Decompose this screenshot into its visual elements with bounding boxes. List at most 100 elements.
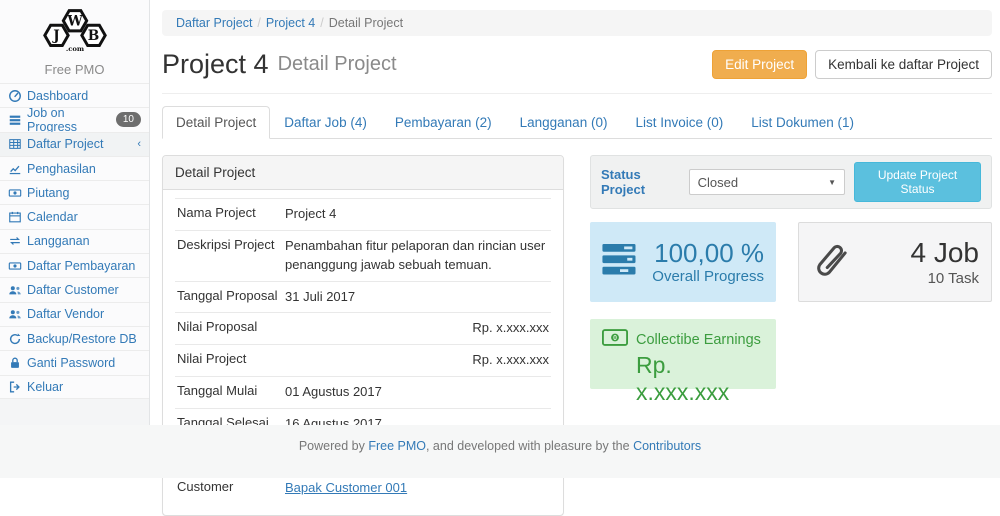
contributors-link[interactable]: Contributors — [633, 439, 701, 453]
brand: J B W .com Free PMO — [0, 0, 149, 83]
money-bill-icon: 0 — [602, 329, 628, 350]
overall-progress-value: 100,00 % — [638, 239, 764, 269]
tab-langganan[interactable]: Langganan (0) — [506, 106, 622, 139]
sidebar-item-label: Langganan — [27, 234, 90, 248]
tab-bar: Detail Project Daftar Job (4) Pembayaran… — [162, 106, 992, 139]
tab-daftar-job[interactable]: Daftar Job (4) — [270, 106, 381, 139]
breadcrumb: Daftar Project / Project 4 / Detail Project — [162, 10, 992, 36]
svg-text:B: B — [87, 28, 99, 44]
sidebar-item-label: Daftar Pembayaran — [27, 259, 135, 273]
sidebar-item-backup-restore-db[interactable]: Backup/Restore DB — [0, 326, 149, 350]
repeat-icon — [8, 234, 22, 248]
customer-link[interactable]: Bapak Customer 001 — [285, 480, 407, 495]
sidebar-item-daftar-vendor[interactable]: Daftar Vendor — [0, 302, 149, 326]
row-value: Penambahan fitur pelaporan dan rincian u… — [285, 237, 549, 275]
overall-progress-caption: Overall Progress — [638, 268, 764, 285]
chevron-left-icon: ‹ — [137, 138, 141, 150]
tasks-bars-icon — [602, 244, 638, 280]
detail-row-nilai-project: Nilai Project Rp. x.xxx.xxx — [175, 344, 551, 376]
row-label: Deskripsi Project — [177, 237, 285, 275]
detail-row-deskripsi-project: Deskripsi Project Penambahan fitur pelap… — [175, 230, 551, 281]
sidebar-item-keluar[interactable]: Keluar — [0, 375, 149, 399]
sidebar-item-ganti-password[interactable]: Ganti Password — [0, 350, 149, 374]
overall-progress-card: 100,00 % Overall Progress — [590, 222, 776, 302]
sidebar-item-job-on-progress[interactable]: Job on Progress 10 — [0, 107, 149, 131]
app-window: J B W .com Free PMO Dashboard Job on Pro… — [0, 0, 1000, 425]
breadcrumb-current: Detail Project — [329, 16, 403, 30]
panel-title: Detail Project — [163, 156, 563, 190]
detail-row-tanggal-proposal: Tanggal Proposal 31 Juli 2017 — [175, 281, 551, 313]
table-icon — [8, 137, 22, 151]
footer-text: Powered by — [299, 439, 368, 453]
row-label: Nilai Project — [177, 351, 285, 370]
users-icon — [8, 307, 22, 321]
tab-list-invoice[interactable]: List Invoice (0) — [621, 106, 737, 139]
breadcrumb-link-project-4[interactable]: Project 4 — [266, 16, 315, 30]
footer-text: , and developed with pleasure by the — [426, 439, 633, 453]
row-label: Tanggal Mulai — [177, 383, 285, 402]
update-project-status-button[interactable]: Update Project Status — [854, 162, 981, 202]
sidebar-item-dashboard[interactable]: Dashboard — [0, 83, 149, 107]
sidebar-item-label: Daftar Customer — [27, 283, 119, 297]
detail-row-tanggal-mulai: Tanggal Mulai 01 Agustus 2017 — [175, 376, 551, 408]
status-project-label: Status Project — [601, 167, 680, 197]
job-count-value: 4 Job — [851, 237, 979, 269]
money-icon — [8, 186, 22, 200]
jwb-logo-icon: J B W .com — [36, 41, 114, 58]
row-label: Nilai Proposal — [177, 319, 285, 338]
task-count-value: 10 Task — [851, 270, 979, 287]
earnings-value: Rp. x.xxx.xxx — [602, 352, 764, 406]
breadcrumb-separator: / — [320, 16, 323, 30]
sidebar-item-label: Keluar — [27, 380, 63, 394]
svg-text:0: 0 — [613, 335, 617, 342]
sign-out-icon — [8, 380, 22, 394]
breadcrumb-separator: / — [257, 16, 260, 30]
sidebar-item-label: Daftar Project — [27, 137, 103, 151]
tab-detail-project[interactable]: Detail Project — [162, 106, 270, 139]
breadcrumb-link-daftar-project[interactable]: Daftar Project — [176, 16, 252, 30]
dashboard-icon — [8, 89, 22, 103]
main-content: Daftar Project / Project 4 / Detail Project … — [150, 0, 1000, 425]
brand-name: Free PMO — [0, 62, 149, 77]
svg-text:J: J — [52, 28, 59, 44]
sidebar-item-label: Dashboard — [27, 89, 88, 103]
detail-row-nilai-proposal: Nilai Proposal Rp. x.xxx.xxx — [175, 312, 551, 344]
free-pmo-link[interactable]: Free PMO — [368, 439, 426, 453]
tab-list-dokumen[interactable]: List Dokumen (1) — [737, 106, 868, 139]
detail-row-nama-project: Nama Project Project 4 — [175, 198, 551, 230]
back-to-project-list-button[interactable]: Kembali ke daftar Project — [815, 50, 992, 79]
svg-text:W: W — [66, 14, 83, 30]
lock-icon — [8, 356, 22, 370]
job-count-badge: 10 — [116, 112, 141, 127]
refresh-icon — [8, 332, 22, 346]
svg-text:.com: .com — [65, 45, 84, 53]
sidebar-item-daftar-pembayaran[interactable]: Daftar Pembayaran — [0, 253, 149, 277]
sidebar-item-label: Penghasilan — [27, 162, 96, 176]
money-icon — [8, 259, 22, 273]
sidebar-item-penghasilan[interactable]: Penghasilan — [0, 156, 149, 180]
sidebar-item-label: Daftar Vendor — [27, 307, 104, 321]
select-arrow-icon: ▼ — [828, 178, 836, 187]
row-value: Rp. x.xxx.xxx — [285, 319, 549, 338]
sidebar-item-daftar-customer[interactable]: Daftar Customer — [0, 277, 149, 301]
sidebar-item-label: Backup/Restore DB — [27, 332, 137, 346]
sidebar-item-daftar-project[interactable]: Daftar Project ‹ — [0, 132, 149, 156]
sidebar-item-label: Job on Progress — [27, 106, 116, 134]
paperclip-icon — [811, 241, 851, 284]
row-label: Customer — [177, 479, 285, 498]
sidebar-item-piutang[interactable]: Piutang — [0, 180, 149, 204]
sidebar-item-label: Piutang — [27, 186, 69, 200]
sidebar-item-calendar[interactable]: Calendar — [0, 204, 149, 228]
calendar-icon — [8, 210, 22, 224]
tab-pembayaran[interactable]: Pembayaran (2) — [381, 106, 506, 139]
page-subtitle: Detail Project — [278, 53, 397, 76]
job-task-card: 4 Job 10 Task — [798, 222, 992, 302]
footer: Powered by Free PMO, and developed with … — [0, 425, 1000, 478]
row-label: Tanggal Proposal — [177, 288, 285, 307]
status-project-bar: Status Project Closed ▼ Update Project S… — [590, 155, 992, 209]
tasks-icon — [8, 113, 22, 127]
line-chart-icon — [8, 162, 22, 176]
edit-project-button[interactable]: Edit Project — [712, 50, 807, 79]
status-select[interactable]: Closed ▼ — [689, 169, 845, 195]
sidebar-item-langganan[interactable]: Langganan — [0, 229, 149, 253]
